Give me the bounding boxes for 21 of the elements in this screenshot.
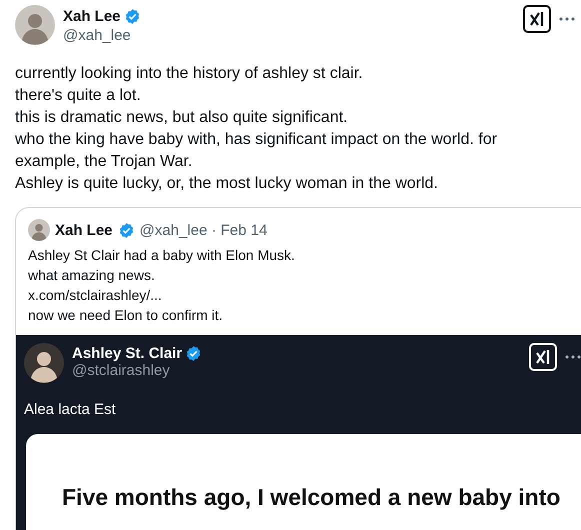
post-text: Ashley is quite lucky, or, the most lucky woman in the world. bbox=[15, 174, 438, 194]
post-text: there's quite a lot. bbox=[15, 86, 141, 106]
author-handle[interactable]: @xah_lee bbox=[63, 27, 515, 44]
quoted-text: Ashley St Clair had a baby with Elon Musk. bbox=[28, 246, 295, 265]
card-text: Five months ago, I welcomed a new baby into bbox=[62, 484, 560, 511]
post-text: currently looking into the history of ashley st clair. bbox=[15, 64, 363, 84]
quoted-meta: @xah_lee · Feb 14 bbox=[140, 222, 268, 238]
embedded-author-name: Ashley St. Clair bbox=[72, 345, 182, 362]
author-name[interactable]: Xah Lee bbox=[63, 8, 121, 25]
quoted-text: what amazing news. bbox=[28, 266, 155, 285]
more-icon[interactable] bbox=[559, 17, 575, 21]
embedded-text: Alea lacta Est bbox=[24, 401, 116, 418]
quoted-text: now we need Elon to confirm it. bbox=[28, 306, 223, 325]
grok-icon[interactable] bbox=[523, 5, 551, 33]
quoted-text: x.com/stclairashley/... bbox=[28, 286, 162, 305]
quoted-author-name: Xah Lee bbox=[55, 222, 113, 238]
more-icon[interactable] bbox=[565, 355, 581, 359]
avatar[interactable] bbox=[24, 343, 64, 383]
embedded-handle: @stclairashley bbox=[72, 362, 171, 379]
post-text: who the king have baby with, has significant impact on the world. for example, the Trojan War. bbox=[15, 130, 498, 172]
post-text: this is dramatic news, but also quite significant. bbox=[15, 108, 348, 128]
